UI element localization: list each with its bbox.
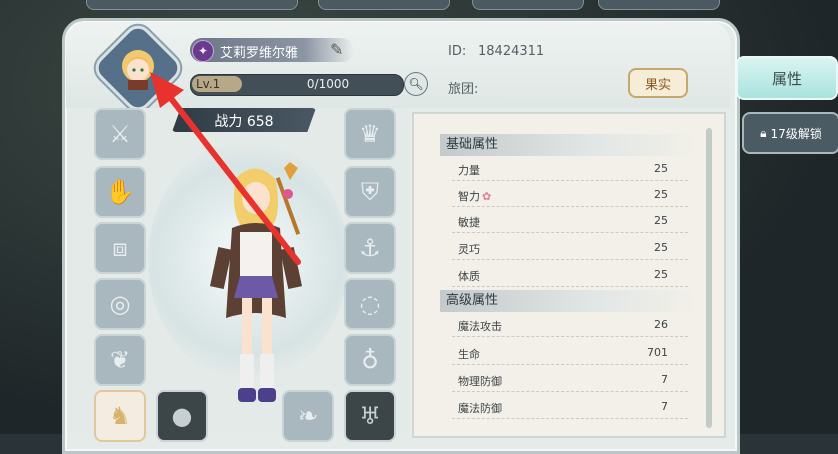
annotation-arrow <box>150 72 301 265</box>
